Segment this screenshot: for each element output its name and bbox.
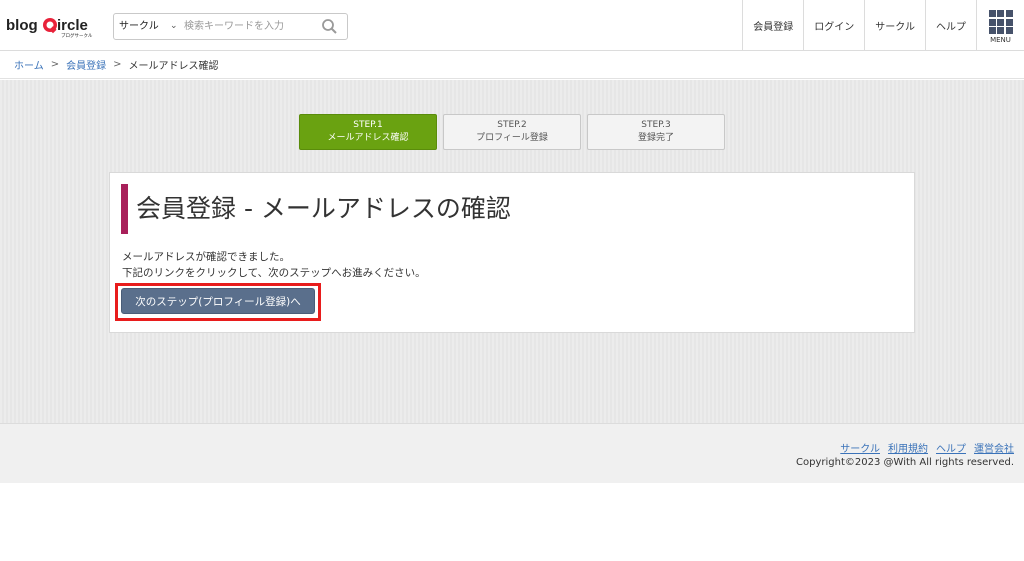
breadcrumb: ホーム > 会員登録 > メールアドレス確認: [0, 51, 1024, 79]
step-1: STEP.1 メールアドレス確認: [299, 114, 437, 150]
main-content: STEP.1 メールアドレス確認 STEP.2 プロフィール登録 STEP.3 …: [0, 80, 1024, 423]
site-header: blog ircle ブログサークル サークル ⌄ 会員登録 ログイン サークル…: [0, 0, 1024, 51]
search-input[interactable]: [184, 18, 314, 35]
site-footer: サークル 利用規約 ヘルプ 運営会社 Copyright©2023 @With …: [0, 423, 1024, 483]
breadcrumb-separator: >: [113, 59, 122, 70]
grid-menu-icon: [988, 10, 1013, 34]
step-label: プロフィール登録: [476, 133, 548, 143]
nav-login[interactable]: ログイン: [803, 0, 864, 51]
page-title: 会員登録 - メールアドレスの確認: [121, 184, 511, 234]
step-number: STEP.3: [641, 120, 671, 130]
footer-link-help[interactable]: ヘルプ: [936, 440, 966, 455]
header-nav: 会員登録 ログイン サークル ヘルプ MENU: [742, 0, 1024, 51]
breadcrumb-current: メールアドレス確認: [128, 61, 219, 72]
footer-link-company[interactable]: 運営会社: [974, 440, 1014, 455]
confirmation-message: メールアドレスが確認できました。 下記のリンクをクリックして、次のステップへお進…: [122, 249, 426, 281]
nav-help[interactable]: ヘルプ: [925, 0, 976, 51]
svg-text:ブログサークル: ブログサークル: [61, 32, 93, 39]
confirmation-panel: 会員登録 - メールアドレスの確認 メールアドレスが確認できました。 下記のリン…: [109, 172, 915, 333]
nav-register[interactable]: 会員登録: [742, 0, 803, 51]
step-2: STEP.2 プロフィール登録: [443, 114, 581, 150]
step-number: STEP.1: [353, 120, 383, 130]
chevron-down-icon: ⌄: [170, 21, 178, 31]
step-indicator: STEP.1 メールアドレス確認 STEP.2 プロフィール登録 STEP.3 …: [299, 114, 725, 150]
next-step-button[interactable]: 次のステップ(プロフィール登録)へ: [121, 288, 315, 314]
svg-text:blog: blog: [6, 17, 38, 34]
breadcrumb-home[interactable]: ホーム: [14, 57, 44, 72]
menu-button[interactable]: MENU: [976, 0, 1024, 51]
footer-link-circle[interactable]: サークル: [840, 440, 880, 455]
footer-links: サークル 利用規約 ヘルプ 運営会社: [840, 440, 1014, 455]
search-button[interactable]: [319, 17, 341, 36]
search-category-select[interactable]: サークル ⌄: [114, 14, 182, 39]
nav-circle[interactable]: サークル: [864, 0, 925, 51]
copyright: Copyright©2023 @With All rights reserved…: [796, 457, 1014, 468]
step-label: メールアドレス確認: [327, 133, 409, 143]
search-icon: [322, 19, 337, 34]
blogcircle-logo[interactable]: blog ircle ブログサークル: [6, 12, 98, 40]
message-line-1: メールアドレスが確認できました。: [122, 251, 290, 263]
step-label: 登録完了: [637, 133, 674, 143]
footer-link-terms[interactable]: 利用規約: [888, 440, 928, 455]
search-category-value: サークル: [119, 21, 159, 32]
message-line-2: 下記のリンクをクリックして、次のステップへお進みください。: [122, 267, 426, 279]
breadcrumb-register[interactable]: 会員登録: [66, 57, 106, 72]
step-number: STEP.2: [497, 120, 527, 130]
search-box: サークル ⌄: [113, 13, 348, 40]
step-3: STEP.3 登録完了: [587, 114, 725, 150]
svg-text:ircle: ircle: [57, 17, 88, 34]
breadcrumb-separator: >: [50, 59, 60, 70]
menu-label: MENU: [990, 36, 1011, 44]
